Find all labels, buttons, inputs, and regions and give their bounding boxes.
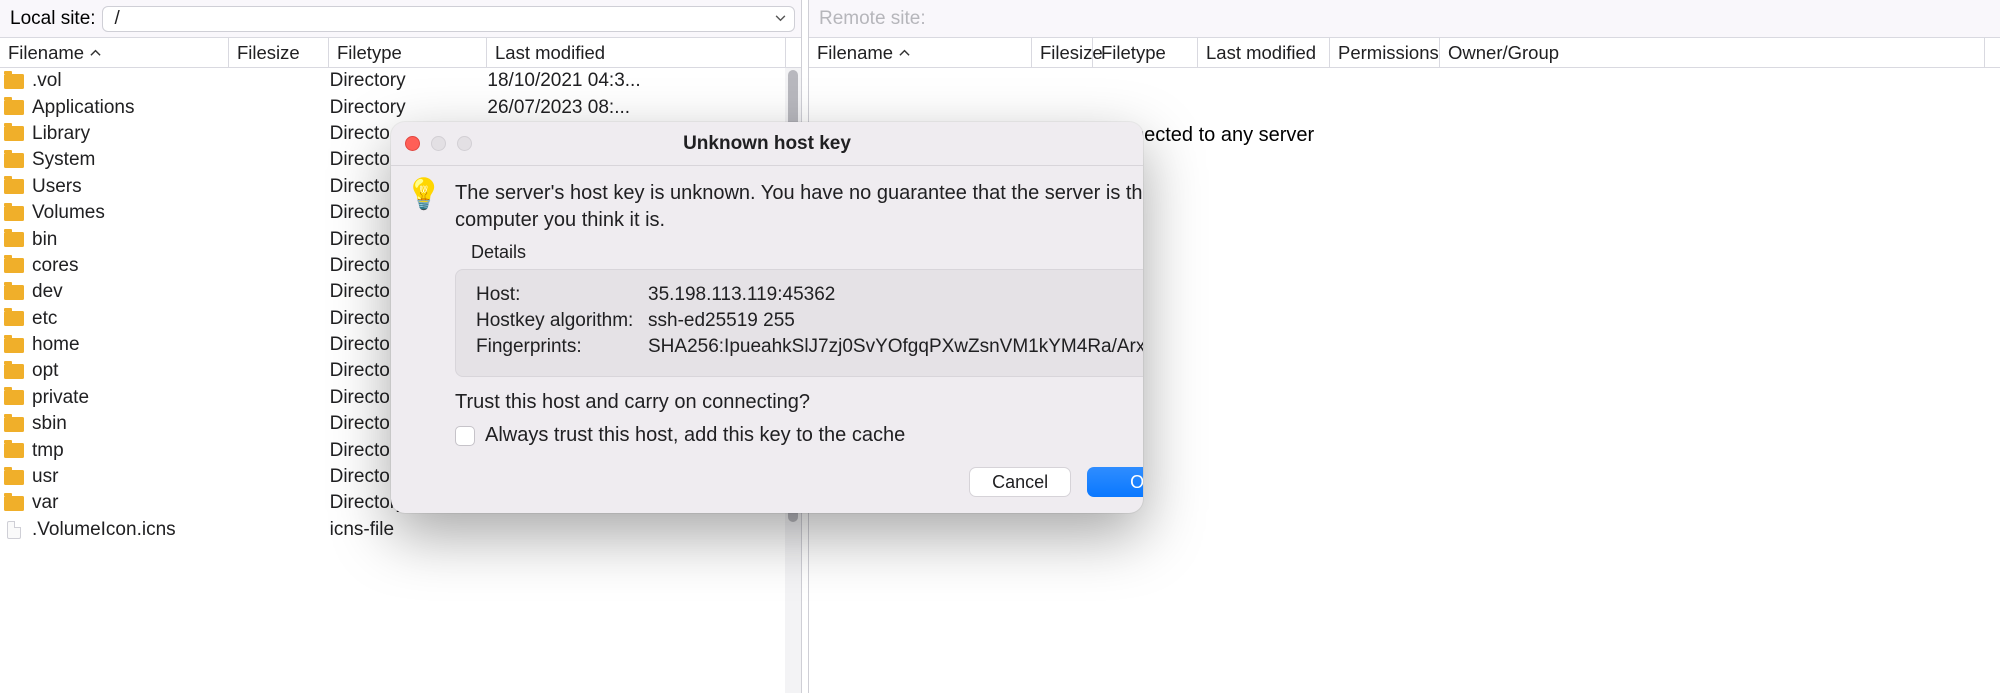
- local-path-combo[interactable]: /: [102, 6, 795, 32]
- cell: cores: [30, 255, 228, 277]
- folder-icon: [4, 470, 24, 485]
- host-key-dialog: Unknown host key 💡 The server's host key…: [391, 122, 1143, 513]
- trust-prompt: Trust this host and carry on connecting?: [455, 391, 1143, 414]
- cancel-button[interactable]: Cancel: [969, 467, 1071, 497]
- folder-icon: [4, 258, 24, 273]
- cell: private: [30, 387, 228, 409]
- cell: etc: [30, 308, 228, 330]
- cell: Volumes: [30, 202, 228, 224]
- cell: usr: [30, 466, 228, 488]
- remote-pathbar: Remote site:: [809, 0, 2000, 38]
- column-lastmodified[interactable]: Last modified: [486, 38, 786, 67]
- cell: .VolumeIcon.icns: [30, 519, 228, 541]
- cell: 26/07/2023 08:...: [485, 97, 785, 119]
- window-controls: [405, 136, 472, 151]
- column-lastmodified[interactable]: Last modified: [1197, 38, 1329, 67]
- file-icon: [7, 521, 21, 539]
- folder-icon: [4, 179, 24, 194]
- checkbox-label: Always trust this host, add this key to …: [485, 424, 905, 447]
- host-value: 35.198.113.119:45362: [648, 284, 835, 306]
- details-box: Host:35.198.113.119:45362 Hostkey algori…: [455, 269, 1143, 377]
- local-path-value: /: [111, 8, 768, 30]
- table-row[interactable]: .vol Directory18/10/2021 04:3...: [0, 68, 785, 94]
- folder-icon: [4, 206, 24, 221]
- local-column-header: FilenameFilesizeFiletypeLast modified: [0, 38, 801, 68]
- details-label: Details: [471, 242, 1143, 263]
- folder-icon: [4, 232, 24, 247]
- column-filesize[interactable]: Filesize: [228, 38, 328, 67]
- folder-icon: [4, 285, 24, 300]
- folder-icon: [4, 338, 24, 353]
- dialog-content: The server's host key is unknown. You ha…: [455, 180, 1143, 497]
- folder-icon: [4, 417, 24, 432]
- dialog-buttons: Cancel OK: [455, 467, 1143, 497]
- dialog-titlebar: Unknown host key: [391, 122, 1143, 166]
- column-filename[interactable]: Filename: [0, 38, 228, 67]
- cell: Applications: [30, 97, 228, 119]
- lightbulb-icon: 💡: [405, 178, 442, 211]
- remote-path-field[interactable]: [932, 6, 1994, 32]
- cell: Directory: [328, 97, 486, 119]
- alg-label: Hostkey algorithm:: [476, 310, 648, 332]
- cell: System: [30, 149, 228, 171]
- dialog-title: Unknown host key: [683, 133, 851, 155]
- cell: home: [30, 334, 228, 356]
- dialog-message: The server's host key is unknown. You ha…: [455, 180, 1143, 234]
- column-ownergroup[interactable]: Owner/Group: [1439, 38, 1559, 67]
- host-label: Host:: [476, 284, 648, 306]
- folder-icon: [4, 153, 24, 168]
- ok-button[interactable]: OK: [1087, 467, 1143, 497]
- fp-label: Fingerprints:: [476, 336, 648, 358]
- column-filename[interactable]: Filename: [809, 38, 1031, 67]
- column-filetype[interactable]: Filetype: [328, 38, 486, 67]
- minimize-icon: [431, 136, 446, 151]
- column-filesize[interactable]: Filesize: [1031, 38, 1092, 67]
- cell: tmp: [30, 440, 228, 462]
- folder-icon: [4, 443, 24, 458]
- folder-icon: [4, 364, 24, 379]
- column-permissions[interactable]: Permissions: [1329, 38, 1439, 67]
- remote-site-label: Remote site:: [819, 8, 926, 30]
- local-pathbar: Local site: /: [0, 0, 801, 38]
- folder-icon: [4, 74, 24, 89]
- cell: opt: [30, 360, 228, 382]
- dialog-body: 💡 The server's host key is unknown. You …: [391, 166, 1143, 513]
- dialog-icon-col: 💡: [405, 180, 445, 497]
- folder-icon: [4, 311, 24, 326]
- cell: icns-file: [328, 519, 486, 541]
- column-filetype[interactable]: Filetype: [1092, 38, 1197, 67]
- cell: Library: [30, 123, 228, 145]
- table-row[interactable]: Applications Directory26/07/2023 08:...: [0, 94, 785, 120]
- folder-icon: [4, 100, 24, 115]
- alg-value: ssh-ed25519 255: [648, 310, 795, 332]
- cell: .vol: [30, 70, 228, 92]
- fp-value: SHA256:IpueahkSlJ7zj0SvYOfgqPXwZsnVM1kYM…: [648, 336, 1143, 358]
- local-site-label: Local site:: [10, 8, 96, 30]
- cell: 18/10/2021 04:3...: [485, 70, 785, 92]
- zoom-icon: [457, 136, 472, 151]
- table-row[interactable]: .VolumeIcon.icns icns-file: [0, 517, 785, 543]
- cell: bin: [30, 229, 228, 251]
- cell: sbin: [30, 413, 228, 435]
- cell: Users: [30, 176, 228, 198]
- checkbox-box[interactable]: [455, 426, 475, 446]
- close-icon[interactable]: [405, 136, 420, 151]
- cell: dev: [30, 281, 228, 303]
- folder-icon: [4, 496, 24, 511]
- folder-icon: [4, 390, 24, 405]
- cell: Directory: [328, 70, 486, 92]
- always-trust-checkbox[interactable]: Always trust this host, add this key to …: [455, 424, 1143, 447]
- remote-column-header: FilenameFilesizeFiletypeLast modifiedPer…: [809, 38, 2000, 68]
- cell: var: [30, 492, 228, 514]
- chevron-down-icon[interactable]: [768, 15, 792, 22]
- folder-icon: [4, 126, 24, 141]
